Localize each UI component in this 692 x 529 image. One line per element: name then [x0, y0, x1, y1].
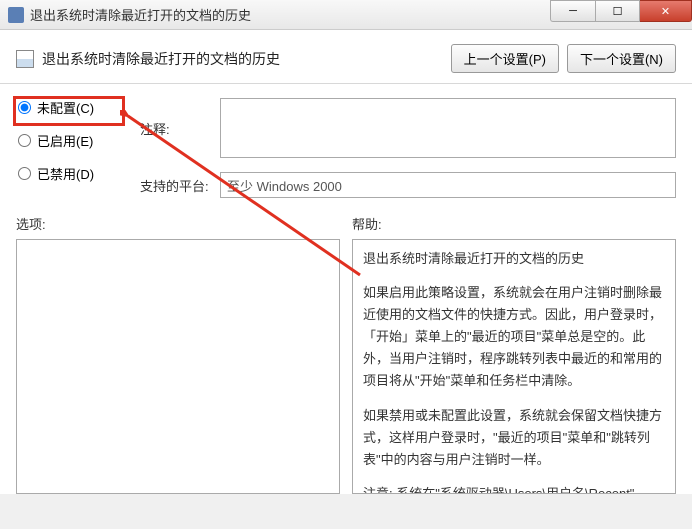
platform-label: 支持的平台: [140, 176, 220, 195]
fields-column: 注释: 支持的平台: 至少 Windows 2000 [140, 84, 692, 206]
nav-buttons: 上一个设置(P) 下一个设置(N) [451, 44, 676, 73]
options-column: 选项: [16, 214, 340, 494]
config-radio-group: 未配置(C) 已启用(E) 已禁用(D) [18, 98, 140, 183]
app-icon [8, 7, 24, 23]
radio-enabled-input[interactable] [18, 134, 31, 147]
minimize-button[interactable]: ─ [550, 0, 595, 22]
radio-disabled[interactable]: 已禁用(D) [18, 164, 140, 183]
next-setting-button[interactable]: 下一个设置(N) [567, 44, 676, 73]
platform-row: 支持的平台: 至少 Windows 2000 [140, 172, 676, 198]
help-column: 帮助: 退出系统时清除最近打开的文档的历史 如果启用此策略设置，系统就会在用户注… [352, 214, 676, 494]
help-text-p2: 如果启用此策略设置，系统就会在用户注销时删除最近使用的文档文件的快捷方式。因此，… [363, 282, 665, 392]
comment-input[interactable] [220, 98, 676, 158]
help-text-p3: 如果禁用或未配置此设置，系统就会保留文档快捷方式，这样用户登录时，"最近的项目"… [363, 405, 665, 471]
options-label: 选项: [16, 214, 340, 233]
help-label: 帮助: [352, 214, 676, 233]
comment-label: 注释: [140, 119, 220, 138]
help-text-p4: 注意: 系统在"系统驱动器\Users\用户名\Recent" [363, 483, 665, 494]
radio-enabled[interactable]: 已启用(E) [18, 131, 140, 150]
close-button[interactable]: ✕ [640, 0, 692, 22]
maximize-button[interactable]: ☐ [595, 0, 640, 22]
setting-title: 退出系统时清除最近打开的文档的历史 [42, 49, 451, 69]
radio-not-configured-input[interactable] [18, 101, 31, 114]
content-area: 未配置(C) 已启用(E) 已禁用(D) 注释: 支持的平台: 至少 Windo… [0, 84, 692, 206]
prev-setting-button[interactable]: 上一个设置(P) [451, 44, 559, 73]
platform-value: 至少 Windows 2000 [220, 172, 676, 198]
titlebar: 退出系统时清除最近打开的文档的历史 ─ ☐ ✕ [0, 0, 692, 30]
help-box[interactable]: 退出系统时清除最近打开的文档的历史 如果启用此策略设置，系统就会在用户注销时删除… [352, 239, 676, 494]
window-title: 退出系统时清除最近打开的文档的历史 [30, 5, 550, 24]
setting-icon [16, 50, 34, 68]
radio-not-configured[interactable]: 未配置(C) [18, 98, 140, 117]
window-controls: ─ ☐ ✕ [550, 0, 692, 29]
radio-disabled-label: 已禁用(D) [37, 164, 94, 183]
options-box [16, 239, 340, 494]
header-row: 退出系统时清除最近打开的文档的历史 上一个设置(P) 下一个设置(N) [0, 30, 692, 84]
help-text-p1: 退出系统时清除最近打开的文档的历史 [363, 248, 665, 270]
radio-enabled-label: 已启用(E) [37, 131, 93, 150]
lower-area: 选项: 帮助: 退出系统时清除最近打开的文档的历史 如果启用此策略设置，系统就会… [0, 206, 692, 494]
comment-row: 注释: [140, 98, 676, 158]
radio-column: 未配置(C) 已启用(E) 已禁用(D) [0, 84, 140, 206]
radio-disabled-input[interactable] [18, 167, 31, 180]
radio-not-configured-label: 未配置(C) [37, 98, 94, 117]
